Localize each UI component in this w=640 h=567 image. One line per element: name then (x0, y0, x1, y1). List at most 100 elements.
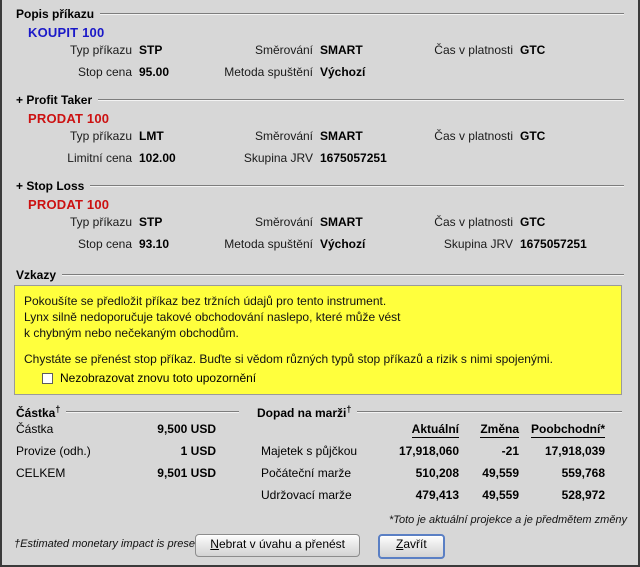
summary-area: Částka† Částka 9,500 USD Provize (odh.) … (2, 404, 638, 526)
field-routing: Směrování SMART (200, 43, 410, 57)
order-row: Typ příkazu STP Směrování SMART Čas v pl… (28, 43, 638, 65)
amount-value: 9,500 USD (157, 422, 216, 436)
margin-row-label: Počáteční marže (261, 466, 352, 480)
field-trigger-method: Metoda spuštění Výchozí (200, 237, 410, 251)
warning-line-1: Pokoušíte se předložit příkaz bez tržníc… (24, 294, 387, 308)
field-time-in-force: Čas v platnosti GTC (410, 129, 620, 143)
field-routing: Směrování SMART (200, 215, 410, 229)
margin-table-header-row: Aktuální Změna Poobchodní* (261, 422, 638, 444)
margin-impact-table: Aktuální Změna Poobchodní* Majetek s půj… (257, 422, 638, 526)
field-value: 1675057251 (520, 237, 587, 251)
dont-show-again-label: Nezobrazovat znovu toto upozornění (60, 371, 257, 385)
field-label: Limitní cena (67, 151, 132, 165)
margin-current: 17,918,060 (398, 444, 459, 458)
margin-projection-note: *Toto je aktuální projekce a je předměte… (389, 514, 628, 526)
field-label: Směrování (254, 215, 313, 229)
field-value: LMT (139, 129, 164, 143)
field-oca-group: Skupina JRV 1675057251 (200, 151, 410, 165)
stop-loss-section: + Stop Loss PRODAT 100 Typ příkazu STP S… (2, 173, 638, 259)
warning-line-4: Chystáte se přenést stop příkaz. Buďte s… (24, 352, 553, 366)
amount-label: Provize (odh.) (16, 444, 91, 458)
margin-change: 49,559 (482, 466, 519, 480)
amount-label: Částka (16, 422, 54, 436)
close-button[interactable]: Zavřít (378, 534, 445, 559)
margin-current: 479,413 (415, 488, 459, 502)
messages-section: Vzkazy (2, 259, 638, 282)
warning-line-2: Lynx silně nedoporučuje takové obchodová… (24, 310, 401, 324)
dagger-symbol: † (55, 404, 61, 414)
order-confirmation-dialog: Popis příkazu KOUPIT 100 Typ příkazu STP… (0, 0, 640, 567)
field-label: Typ příkazu (69, 43, 132, 57)
order-description-rows: Typ příkazu STP Směrování SMART Čas v pl… (16, 43, 638, 87)
messages-group-header: Vzkazy (16, 268, 638, 282)
warning-spacer (24, 341, 612, 351)
field-value: 1675057251 (320, 151, 387, 165)
field-value: SMART (320, 43, 363, 57)
field-limit-price: Limitní cena 102.00 (28, 151, 200, 165)
field-label: Čas v platnosti (434, 215, 513, 229)
transmit-mnemonic: N (210, 537, 219, 551)
field-order-type: Typ příkazu LMT (28, 129, 200, 143)
field-label: Skupina JRV (243, 151, 313, 165)
field-value: GTC (520, 215, 546, 229)
order-side-main: KOUPIT 100 (28, 25, 105, 40)
margin-table-row: Majetek s půjčkou 17,918,060 -21 17,918,… (261, 444, 638, 466)
profit-taker-title: + Profit Taker (16, 93, 93, 107)
field-oca-group: Skupina JRV 1675057251 (410, 237, 620, 251)
field-time-in-force: Čas v platnosti GTC (410, 215, 620, 229)
field-label: Čas v platnosti (434, 43, 513, 57)
field-label: Metoda spuštění (224, 65, 313, 79)
margin-post-trade: 559,768 (561, 466, 605, 480)
amount-group-header: Částka† (2, 404, 257, 420)
stop-loss-title: + Stop Loss (16, 179, 85, 193)
stop-loss-group-header[interactable]: + Stop Loss (16, 179, 638, 193)
order-row: Typ příkazu LMT Směrování SMART Čas v pl… (28, 129, 638, 151)
amount-value: 1 USD (180, 444, 216, 458)
margin-post-trade: 17,918,039 (544, 444, 605, 458)
dagger-symbol: † (346, 404, 352, 414)
group-rule (357, 411, 622, 413)
warning-line-3: k chybným nebo nečekaným obchodům. (24, 326, 239, 340)
order-row: Typ příkazu STP Směrování SMART Čas v pl… (28, 215, 638, 237)
warning-box: Pokoušíte se předložit příkaz bez tržníc… (14, 285, 622, 395)
field-value: 95.00 (139, 65, 170, 79)
amount-title: Částka† (16, 404, 61, 420)
group-rule (98, 99, 624, 101)
dont-show-again-row[interactable]: Nezobrazovat znovu toto upozornění (24, 371, 612, 385)
field-stop-price: Stop cena 93.10 (28, 237, 200, 251)
margin-current: 510,208 (415, 466, 459, 480)
field-label: Typ příkazu (69, 129, 132, 143)
order-row: Limitní cena 102.00 Skupina JRV 16750572… (28, 151, 638, 173)
amount-value: 9,501 USD (157, 466, 216, 480)
field-value: STP (139, 215, 163, 229)
order-description-title: Popis příkazu (16, 7, 95, 21)
amount-row: Částka 9,500 USD (16, 422, 257, 444)
field-value: Výchozí (320, 237, 366, 251)
order-description-section: Popis příkazu KOUPIT 100 Typ příkazu STP… (2, 0, 638, 87)
margin-change: 49,559 (482, 488, 519, 502)
amount-section: Částka† Částka 9,500 USD Provize (odh.) … (2, 404, 257, 526)
margin-post-trade: 528,972 (561, 488, 605, 502)
margin-row-label: Majetek s půjčkou (261, 444, 358, 458)
transmit-anyway-button[interactable]: Nebrat v úvahu a přenést (195, 534, 361, 557)
order-row: Stop cena 93.10 Metoda spuštění Výchozí … (28, 237, 638, 259)
amount-row: CELKEM 9,501 USD (16, 466, 257, 488)
amount-rows: Částka 9,500 USD Provize (odh.) 1 USD CE… (2, 422, 257, 488)
margin-change: -21 (501, 444, 519, 458)
profit-taker-section: + Profit Taker PRODAT 100 Typ příkazu LM… (2, 87, 638, 173)
group-rule (90, 185, 624, 187)
margin-header-current: Aktuální (411, 422, 459, 438)
group-rule (66, 411, 239, 413)
order-side-stop-loss: PRODAT 100 (28, 197, 110, 212)
field-label: Stop cena (77, 237, 132, 251)
field-value: GTC (520, 43, 546, 57)
margin-table-row: Počáteční marže 510,208 49,559 559,768 (261, 466, 638, 488)
profit-taker-group-header[interactable]: + Profit Taker (16, 93, 638, 107)
field-value: GTC (520, 129, 546, 143)
field-routing: Směrování SMART (200, 129, 410, 143)
field-label: Skupina JRV (443, 237, 513, 251)
amount-label: CELKEM (16, 466, 66, 480)
dont-show-again-checkbox[interactable] (42, 372, 53, 384)
field-label: Čas v platnosti (434, 129, 513, 143)
field-value: 93.10 (139, 237, 170, 251)
